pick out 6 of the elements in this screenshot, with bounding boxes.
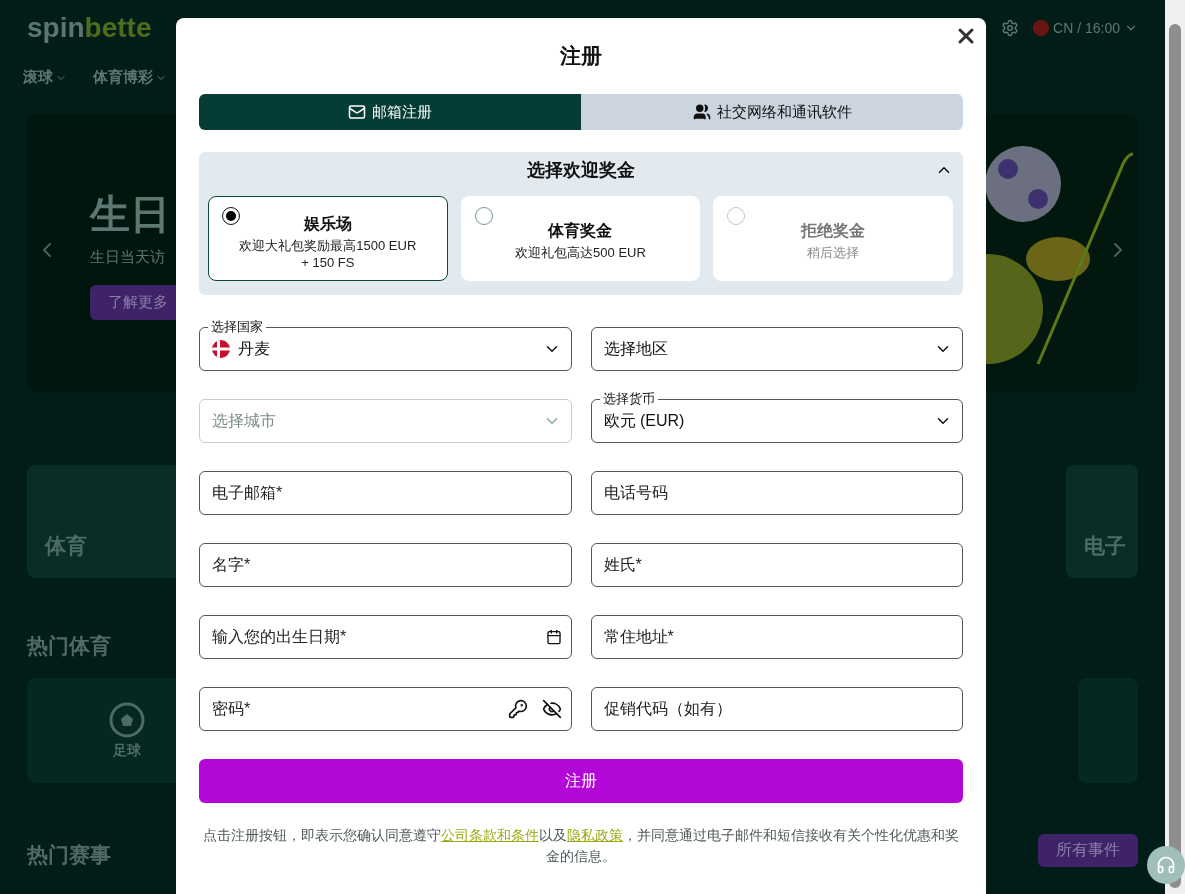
section-title: 热门赛事 — [27, 842, 111, 868]
legal-text: 点击注册按钮，即表示您确认同意遵守公司条款和条件以及隐私政策，并同意通过电子邮件和短信接收有关个性化优惠和奖金的信息。 — [202, 827, 960, 866]
banner-subtitle: 生日当天访 — [90, 247, 166, 267]
section-title: 热门体育 — [27, 633, 111, 659]
banner-title: 生日 — [90, 190, 171, 238]
dialog-title: 注册 — [560, 43, 602, 69]
